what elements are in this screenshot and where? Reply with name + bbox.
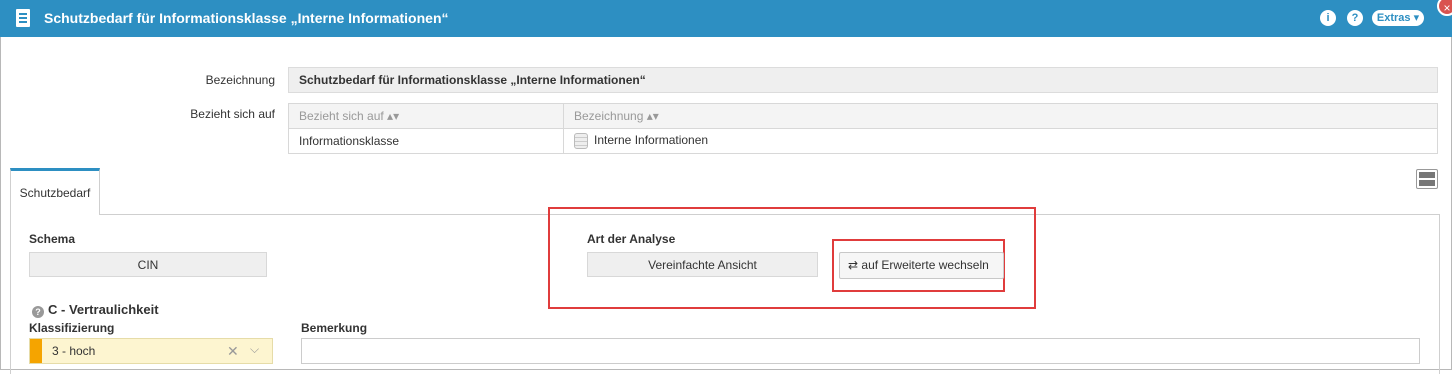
bemerkung-input[interactable]	[301, 338, 1420, 364]
swap-icon: ⇄	[848, 258, 862, 272]
bezeichnung-field: Schutzbedarf für Informationsklasse „Int…	[288, 67, 1438, 93]
close-icon[interactable]: ×	[1437, 0, 1452, 16]
column-header-bezeichnung[interactable]: Bezeichnung ▴▾	[563, 103, 1438, 129]
document-icon	[16, 9, 30, 27]
info-icon[interactable]: i	[1320, 10, 1336, 26]
help-circle-icon[interactable]: ?	[32, 306, 44, 318]
klassifizierung-select[interactable]: 3 - hoch ✕ ⌵	[29, 338, 273, 364]
switch-button-label: auf Erweiterte wechseln	[861, 258, 989, 272]
column-header-bezieht[interactable]: Bezieht sich auf ▴▾	[288, 103, 564, 129]
schema-label: Schema	[29, 232, 76, 246]
reference-table: Bezieht sich auf ▴▾ Bezeichnung ▴▾ Infor…	[288, 103, 1438, 154]
bezeichnung-label: Bezeichnung	[205, 73, 275, 87]
analysis-label: Art der Analyse	[587, 232, 676, 246]
table-cell-name-text: Interne Informationen	[594, 133, 709, 148]
section-title: ? C - Vertraulichkeit	[32, 302, 159, 318]
tab-schutzbedarf[interactable]: Schutzbedarf	[10, 168, 100, 215]
table-cell-type: Informationsklasse	[288, 128, 564, 154]
bemerkung-label: Bemerkung	[301, 321, 368, 335]
database-icon	[574, 133, 588, 149]
switch-to-extended-button[interactable]: ⇄ auf Erweiterte wechseln	[839, 252, 1004, 279]
clear-icon[interactable]: ✕	[227, 343, 239, 360]
klassifizierung-label: Klassifizierung	[29, 321, 115, 335]
layout-toggle-icon[interactable]	[1416, 169, 1438, 189]
title-bar: Schutzbedarf für Informationsklasse „Int…	[0, 0, 1452, 37]
schema-field: CIN	[29, 252, 267, 277]
analysis-field: Vereinfachte Ansicht	[587, 252, 818, 277]
window-title: Schutzbedarf für Informationsklasse „Int…	[44, 10, 449, 26]
bezieht-label: Bezieht sich auf	[190, 107, 275, 121]
table-cell-name: Interne Informationen	[563, 128, 1438, 154]
classification-color-stripe	[30, 339, 42, 363]
help-icon[interactable]: ?	[1347, 10, 1363, 26]
section-title-text: C - Vertraulichkeit	[48, 302, 159, 317]
chevron-down-icon[interactable]: ⌵	[250, 342, 259, 357]
klassifizierung-value: 3 - hoch	[52, 344, 96, 358]
extras-button[interactable]: Extras ▾	[1372, 10, 1424, 26]
table-row[interactable]: Informationsklasse Interne Informationen	[288, 128, 1438, 154]
